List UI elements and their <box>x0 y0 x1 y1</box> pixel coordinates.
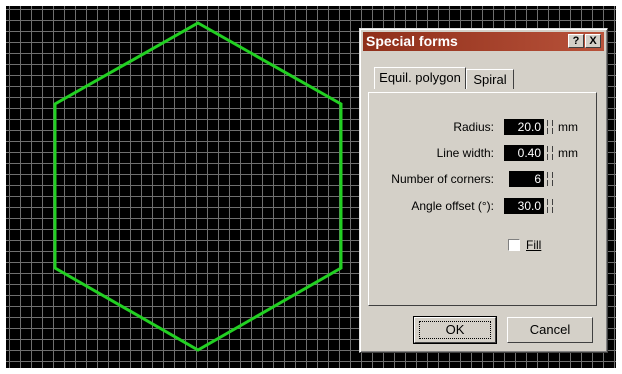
line-width-spinner[interactable] <box>547 146 553 160</box>
fill-checkbox[interactable] <box>508 239 520 251</box>
ok-button[interactable]: OK <box>413 316 497 344</box>
radius-label: Radius: <box>453 120 494 134</box>
cancel-button[interactable]: Cancel <box>507 317 593 343</box>
dialog-titlebar[interactable]: Special forms ? X <box>363 32 604 51</box>
line-width-field[interactable]: 0.40 <box>504 145 544 161</box>
tab-equil-polygon-label: Equil. polygon <box>379 70 461 85</box>
angle-offset-field[interactable]: 30.0 <box>504 198 544 214</box>
radius-field[interactable]: 20.0 <box>504 119 544 135</box>
dialog-title: Special forms <box>366 33 458 49</box>
tab-equil-polygon[interactable]: Equil. polygon <box>374 67 466 89</box>
cancel-button-label: Cancel <box>529 322 571 337</box>
tab-spiral[interactable]: Spiral <box>466 69 514 89</box>
ok-focus-rect <box>419 321 491 339</box>
help-icon[interactable]: ? <box>568 34 584 48</box>
line-width-label: Line width: <box>436 146 494 160</box>
hexagon-shape[interactable] <box>53 21 343 352</box>
angle-offset-spinner[interactable] <box>547 199 553 213</box>
tab-spiral-label: Spiral <box>473 72 507 87</box>
radius-spinner[interactable] <box>547 120 553 134</box>
corners-field[interactable]: 6 <box>509 171 544 187</box>
angle-offset-label: Angle offset (°): <box>411 199 494 213</box>
radius-unit: mm <box>558 120 578 134</box>
fill-label-text: Fill <box>526 238 542 252</box>
fill-label: Fill <box>526 238 541 252</box>
polygon-settings-panel: Radius: 20.0 mm Line width: 0.40 mm Numb… <box>368 92 597 306</box>
corners-spinner[interactable] <box>547 172 553 186</box>
corners-label: Number of corners: <box>391 172 494 186</box>
special-forms-dialog: Special forms ? X Equil. polygon Spiral … <box>359 28 608 353</box>
close-icon[interactable]: X <box>585 34 601 48</box>
line-width-unit: mm <box>558 146 578 160</box>
